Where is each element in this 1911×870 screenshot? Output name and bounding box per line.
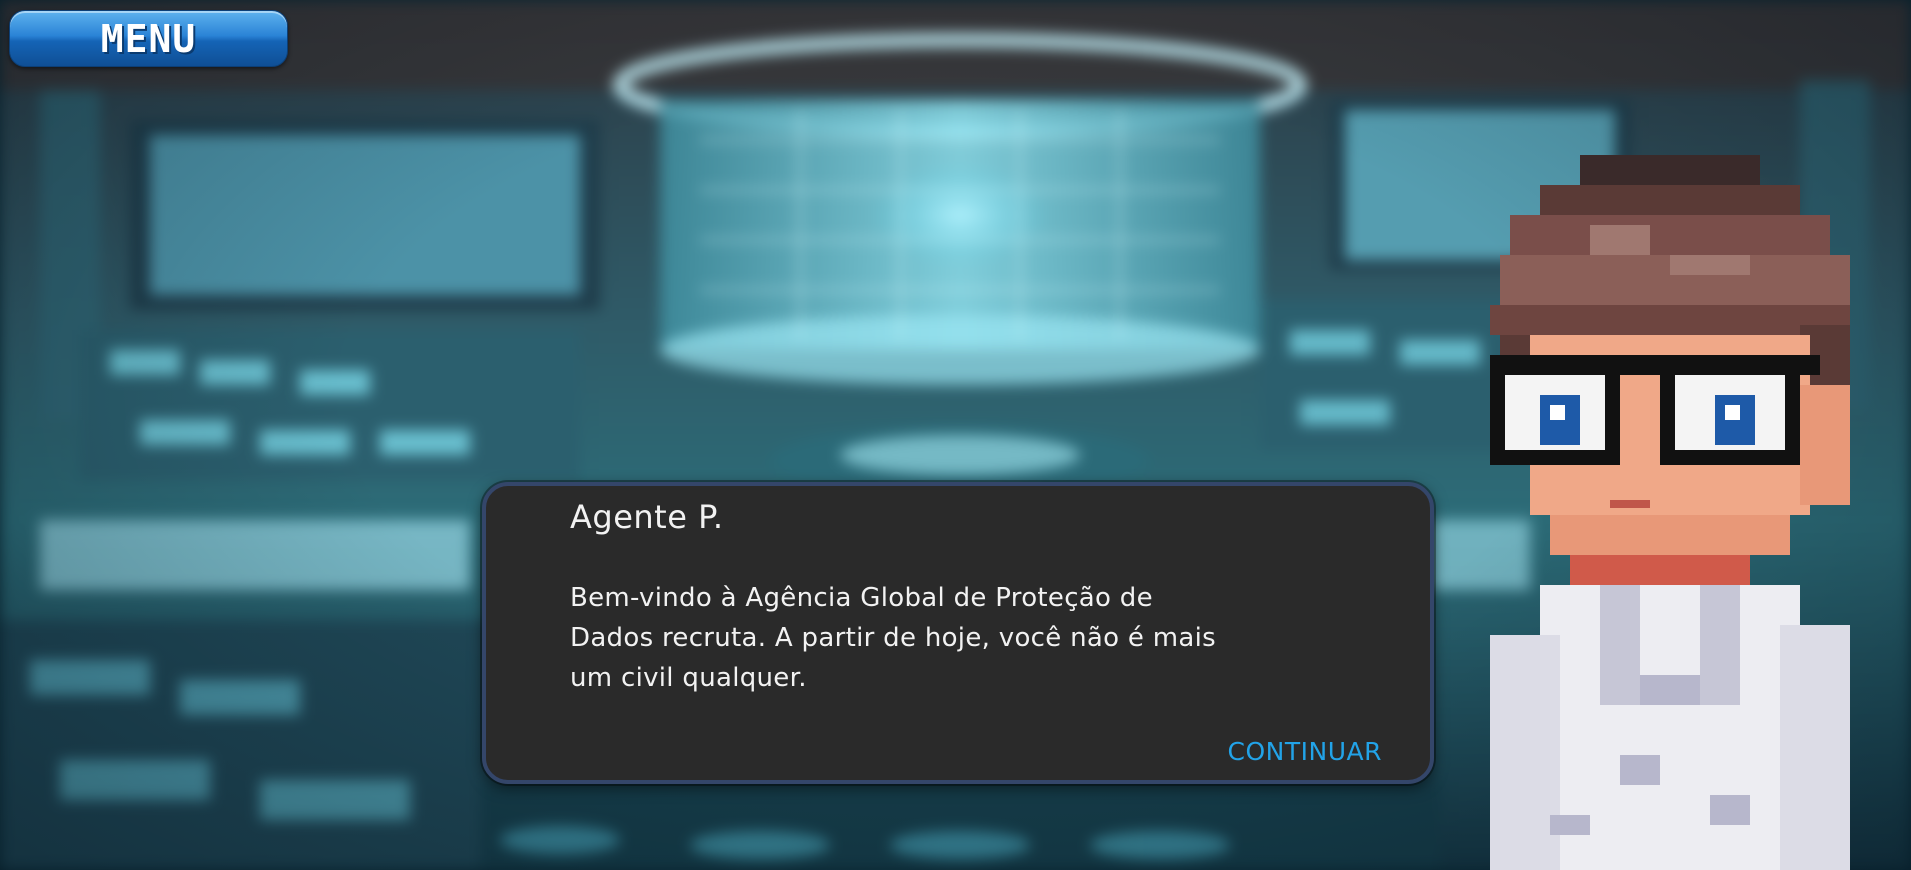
character-portrait [1490, 155, 1850, 870]
dialog-box: Agente P. Bem-vindo à Agência Global de … [482, 482, 1434, 784]
menu-button[interactable]: MENU [9, 10, 288, 67]
dialog-text: Bem-vindo à Agência Global de Proteção d… [570, 583, 1216, 693]
menu-button-label: MENU [100, 16, 197, 61]
speaker-name: Agente P. [570, 498, 724, 536]
continue-button[interactable]: CONTINUAR [1228, 737, 1382, 766]
character-lab-coat [1490, 585, 1850, 870]
game-scene: MENU Agente P. Bem-vindo à Agência Globa… [0, 0, 1911, 870]
